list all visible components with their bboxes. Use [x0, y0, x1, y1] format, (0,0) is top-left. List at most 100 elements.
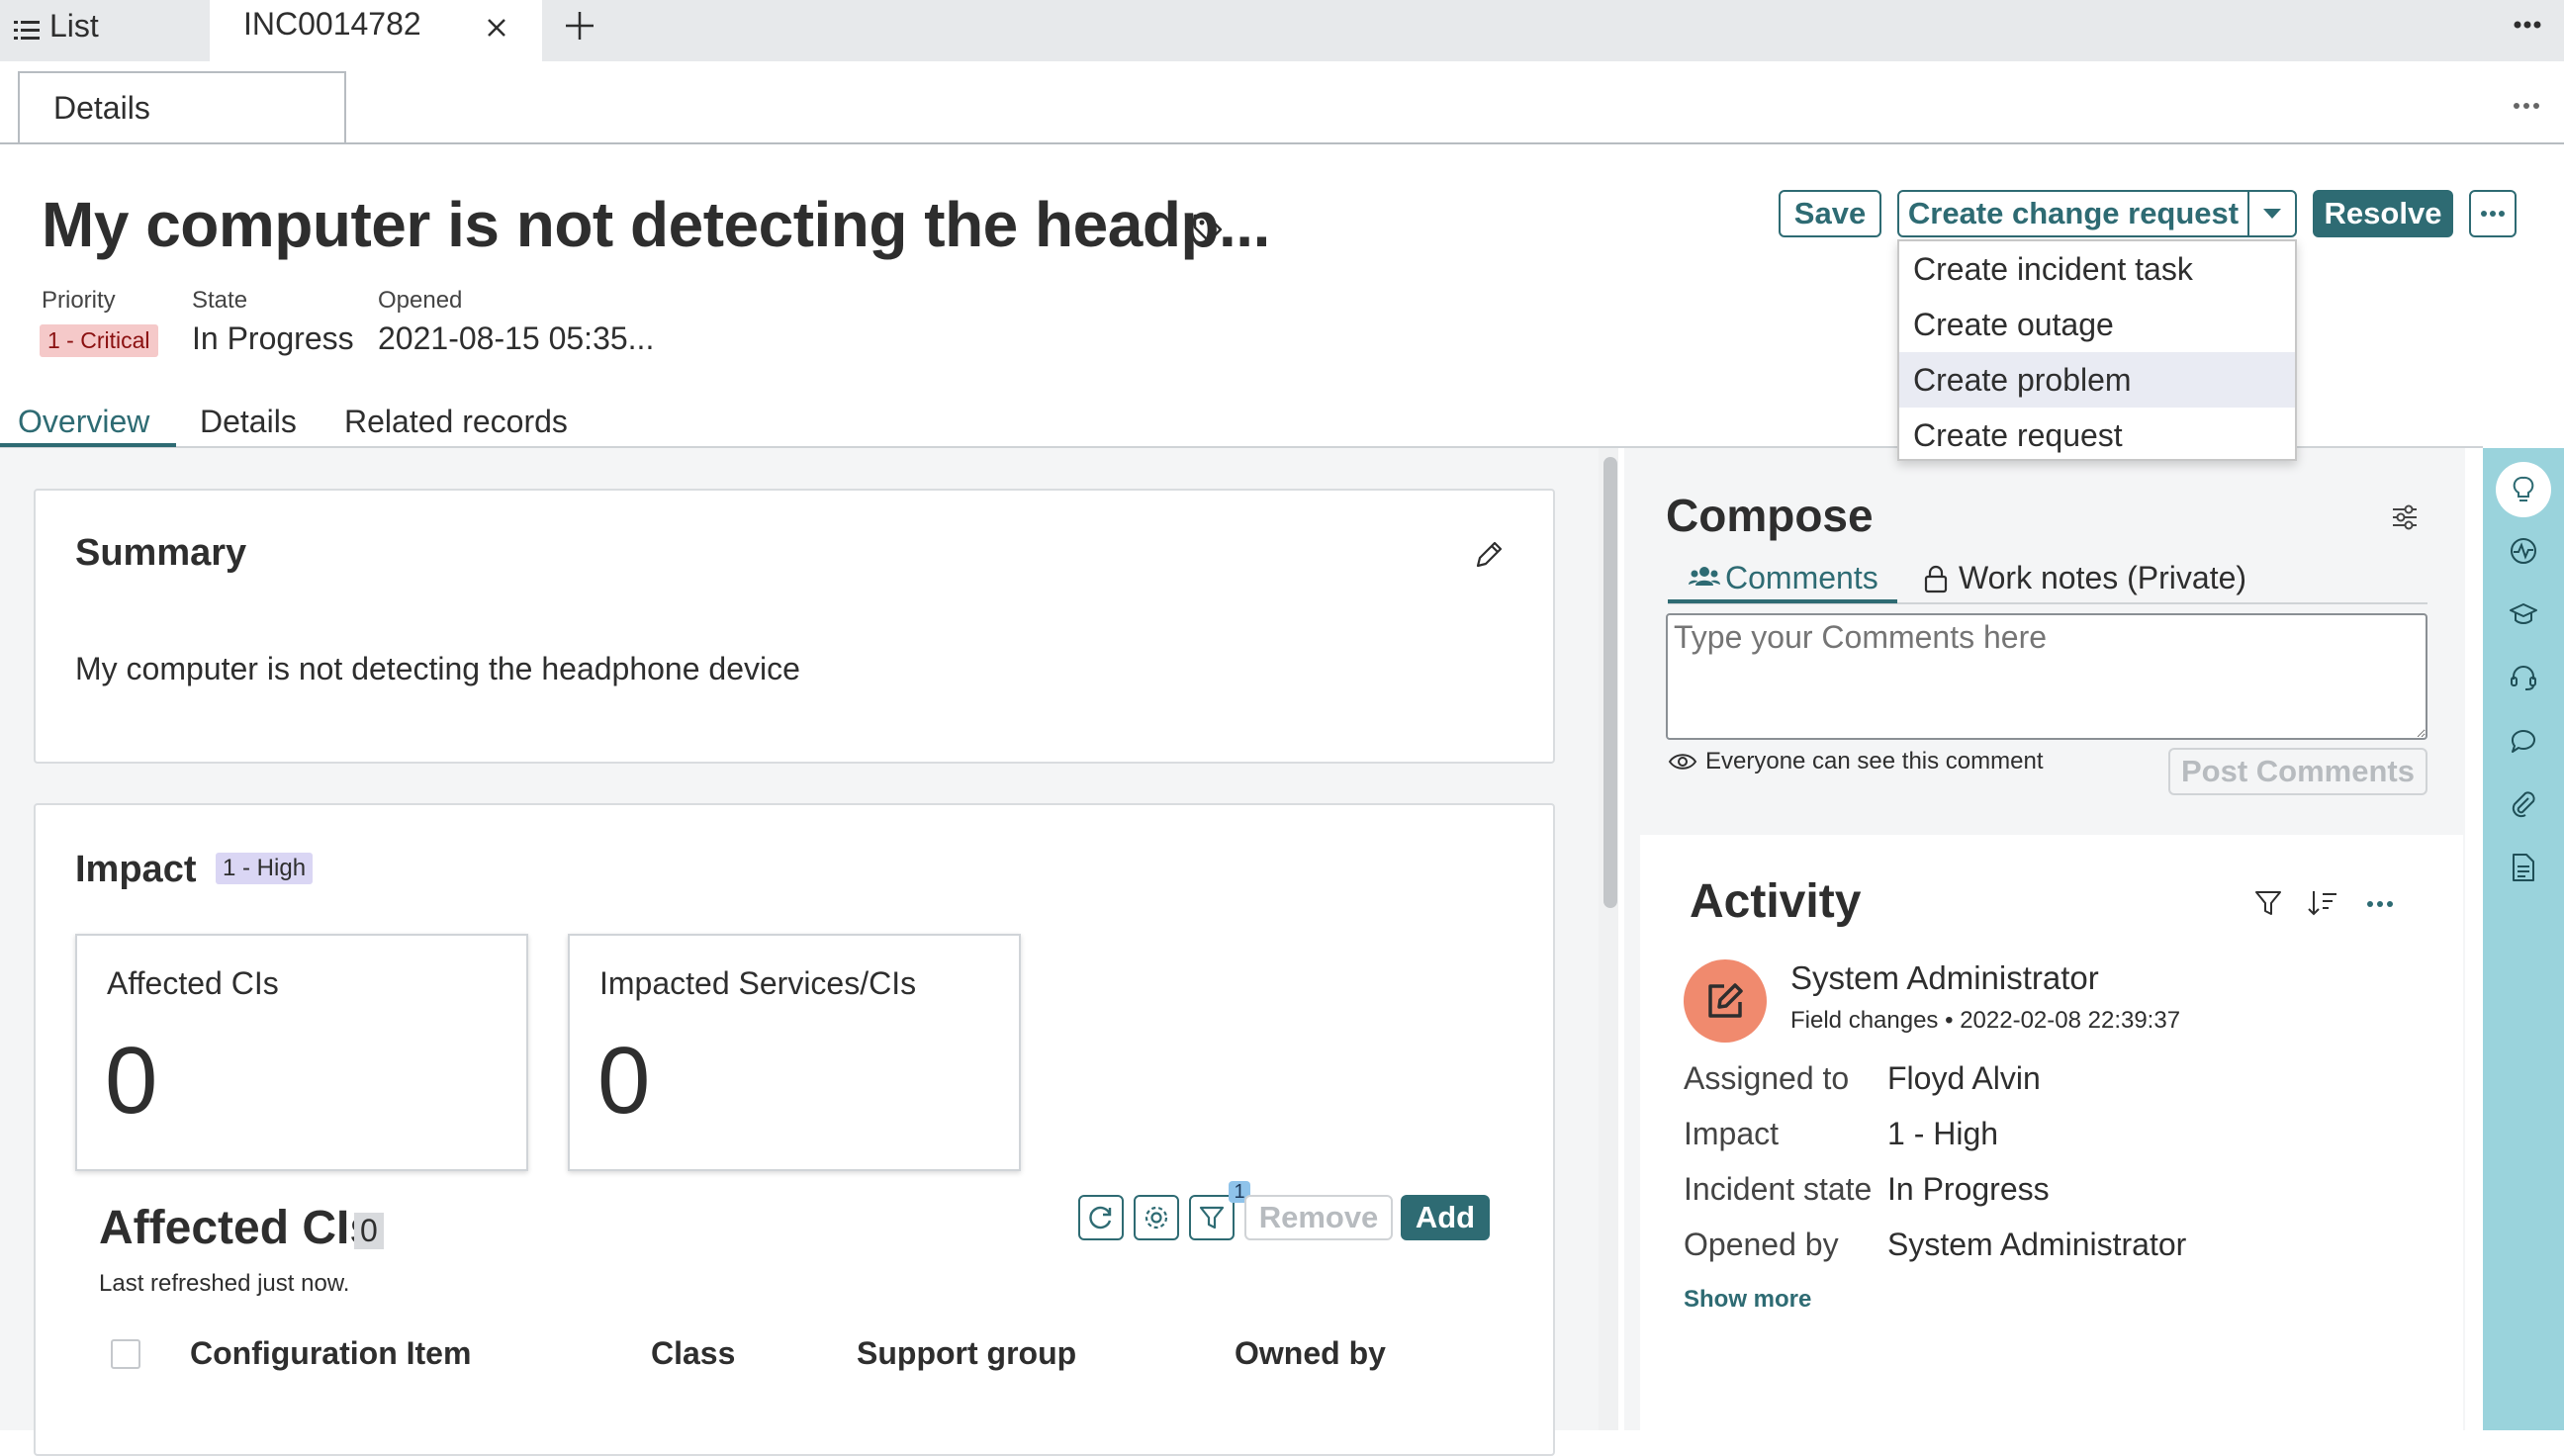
caret-down-icon — [2261, 207, 2283, 221]
contextual-sidebar — [2483, 448, 2564, 1430]
create-dropdown-menu: Create incident task Create outage Creat… — [1897, 239, 2297, 461]
list-tab-label: List — [49, 8, 99, 44]
tab-details[interactable]: Details — [200, 404, 297, 440]
sidebar-item-document[interactable] — [2496, 840, 2551, 895]
impacted-services-stat[interactable]: Impacted Services/CIs 0 — [568, 934, 1021, 1171]
lock-icon — [1923, 564, 1949, 593]
details-subtab-label: Details — [53, 89, 150, 126]
separator-dot: • — [1945, 1007, 1961, 1034]
comments-input[interactable] — [1666, 613, 2427, 740]
close-icon[interactable] — [483, 14, 510, 42]
affected-cis-stat[interactable]: Affected CIs 0 — [75, 934, 528, 1171]
lightbulb-icon — [2510, 475, 2537, 504]
menu-item-create-request[interactable]: Create request — [1899, 408, 2295, 463]
impacted-services-stat-label: Impacted Services/CIs — [599, 965, 917, 1001]
tab-related-records[interactable]: Related records — [344, 404, 568, 440]
field-value-assigned-to: Floyd Alvin — [1887, 1060, 2041, 1096]
settings-button[interactable] — [1134, 1195, 1179, 1240]
sidebar-item-agent-assist[interactable] — [2496, 462, 2551, 517]
paperclip-icon — [2509, 789, 2538, 819]
edit-square-icon — [1702, 978, 1748, 1024]
impact-badge: 1 - High — [216, 853, 314, 884]
tab-comments[interactable]: Comments — [1725, 560, 1878, 596]
sort-icon[interactable] — [2307, 888, 2338, 918]
sidebar-item-attachments[interactable] — [2496, 776, 2551, 832]
resolve-button[interactable]: Resolve — [2313, 190, 2453, 237]
top-more-icon[interactable] — [2513, 20, 2542, 30]
menu-lines-icon — [14, 18, 40, 42]
priority-badge: 1 - Critical — [40, 324, 158, 357]
column-header-class[interactable]: Class — [651, 1335, 735, 1372]
field-value-impact: 1 - High — [1887, 1116, 1999, 1151]
menu-item-create-problem[interactable]: Create problem — [1899, 352, 2295, 408]
activity-filter-icon[interactable] — [2253, 888, 2283, 918]
sub-tab-bar — [0, 61, 2564, 144]
visibility-note: Everyone can see this comment — [1705, 748, 2044, 774]
priority-label: Priority — [42, 287, 116, 314]
state-value: In Progress — [192, 320, 354, 356]
menu-item-create-outage[interactable]: Create outage — [1899, 297, 2295, 352]
active-tab-indicator — [0, 443, 176, 447]
remove-button[interactable]: Remove — [1244, 1195, 1393, 1240]
pencil-icon[interactable] — [1472, 538, 1506, 572]
summary-text: My computer is not detecting the headpho… — [75, 651, 800, 686]
comments-tab-indicator — [1668, 599, 1897, 603]
menu-item-create-incident-task[interactable]: Create incident task — [1899, 241, 2295, 297]
page-title: My computer is not detecting the headp..… — [42, 189, 1270, 260]
sidebar-item-activity[interactable] — [2496, 523, 2551, 579]
field-label-impact: Impact — [1684, 1116, 1780, 1151]
scrollbar-thumb[interactable] — [1603, 457, 1617, 908]
eye-icon — [1668, 752, 1697, 772]
graduation-cap-icon — [2509, 601, 2538, 627]
tab-work-notes[interactable]: Work notes (Private) — [1959, 560, 2246, 596]
affected-cis-stat-value: 0 — [105, 1028, 158, 1134]
sliders-icon[interactable] — [2390, 502, 2420, 532]
refresh-icon — [1086, 1203, 1116, 1232]
tab-overview[interactable]: Overview — [18, 404, 149, 440]
document-icon — [2511, 853, 2536, 882]
sidebar-item-chat[interactable] — [2496, 713, 2551, 769]
incident-tab[interactable]: INC0014782 — [210, 0, 542, 61]
show-more-link[interactable]: Show more — [1684, 1286, 1811, 1314]
summary-card: Summary — [34, 489, 1555, 764]
activity-subline: Field changes • 2022-02-08 22:39:37 — [1790, 1007, 2180, 1035]
affected-cis-list-title: Affected CIs — [99, 1202, 377, 1254]
column-header-configuration-item[interactable]: Configuration Item — [190, 1335, 471, 1372]
subbar-more-icon[interactable] — [2513, 101, 2540, 111]
affected-cis-stat-label: Affected CIs — [107, 965, 279, 1001]
save-button[interactable]: Save — [1779, 190, 1881, 237]
column-header-owned-by[interactable]: Owned by — [1235, 1335, 1386, 1372]
impact-title: Impact — [75, 849, 197, 890]
sidebar-item-support[interactable] — [2496, 650, 2551, 705]
select-all-checkbox[interactable] — [111, 1339, 140, 1369]
post-comments-button[interactable]: Post Comments — [2168, 748, 2427, 795]
sidebar-item-knowledge[interactable] — [2496, 587, 2551, 642]
summary-title: Summary — [75, 532, 247, 574]
new-tab-plus-icon[interactable] — [562, 8, 597, 44]
more-dots-icon — [2480, 210, 2506, 218]
headset-icon — [2509, 663, 2538, 692]
activity-timestamp: 2022-02-08 22:39:37 — [1960, 1007, 2181, 1034]
state-label: State — [192, 287, 248, 314]
list-tab[interactable]: List — [0, 0, 210, 61]
opened-label: Opened — [378, 287, 463, 314]
details-subtab[interactable]: Details — [18, 71, 346, 142]
more-actions-button[interactable] — [2469, 190, 2517, 237]
tag-icon[interactable] — [1191, 212, 1225, 245]
field-value-opened-by: System Administrator — [1887, 1227, 2187, 1262]
add-button[interactable]: Add — [1401, 1195, 1490, 1240]
last-refreshed-text: Last refreshed just now. — [99, 1270, 350, 1297]
field-value-incident-state: In Progress — [1887, 1171, 2050, 1207]
activity-title: Activity — [1690, 875, 1862, 928]
chat-bubble-icon — [2509, 726, 2538, 756]
activity-entry-type: Field changes — [1790, 1007, 1939, 1034]
impacted-services-stat-value: 0 — [597, 1028, 651, 1134]
compose-title: Compose — [1666, 490, 1874, 541]
create-dropdown-toggle[interactable] — [2247, 190, 2297, 237]
gear-icon — [1142, 1203, 1171, 1232]
column-header-support-group[interactable]: Support group — [857, 1335, 1076, 1372]
filter-button[interactable] — [1189, 1195, 1235, 1240]
refresh-button[interactable] — [1078, 1195, 1124, 1240]
create-change-request-button[interactable]: Create change request — [1897, 190, 2249, 237]
activity-more-icon[interactable] — [2366, 900, 2394, 908]
